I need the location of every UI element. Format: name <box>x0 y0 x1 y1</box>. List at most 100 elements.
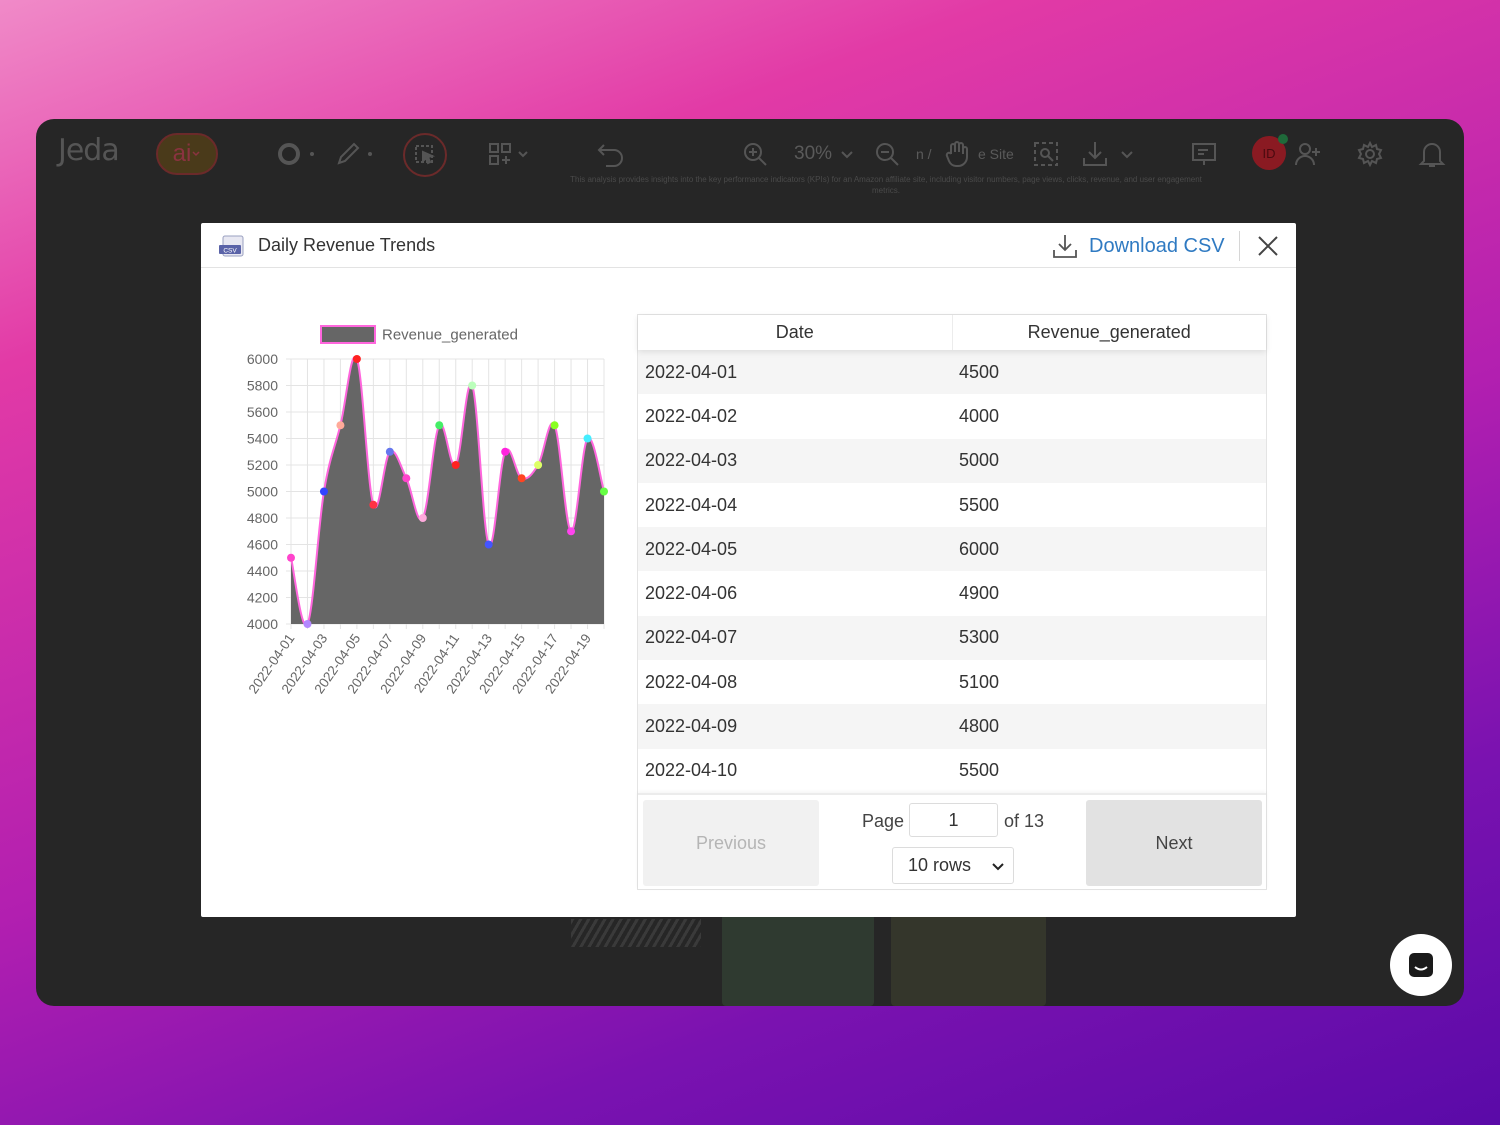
hand-icon <box>945 141 968 167</box>
revenue-area-chart: Revenue_generated 4000 4200 4400 4600 4800 50… <box>246 325 608 696</box>
canvas-description: This analysis provides insights into the… <box>570 175 1202 195</box>
data-point[interactable] <box>352 355 361 363</box>
undo-icon <box>597 144 623 167</box>
y-tick-label: 5200 <box>247 457 278 473</box>
next-button[interactable]: Next <box>1086 800 1262 886</box>
cell-revenue: 4500 <box>959 361 1000 382</box>
data-point[interactable] <box>435 421 444 430</box>
download-menu-button[interactable] <box>1080 137 1134 171</box>
table-header: Date Revenue_generated <box>638 315 1266 350</box>
invite-user-button[interactable] <box>1294 137 1322 171</box>
download-csv-button[interactable]: Download CSV <box>1051 231 1225 261</box>
present-icon <box>1192 143 1216 165</box>
cell-date: 2022-04-08 <box>645 671 738 692</box>
cell-revenue: 5500 <box>959 760 1000 781</box>
data-table: Date Revenue_generated 2022-04-01 4500 202… <box>637 314 1267 890</box>
present-button[interactable] <box>1190 137 1218 171</box>
data-point[interactable] <box>287 553 295 562</box>
table-row: 2022-04-09 4800 <box>638 704 1266 749</box>
settings-button[interactable] <box>1356 137 1384 171</box>
page-label: Page <box>862 811 905 831</box>
crop-select-icon <box>1034 142 1058 166</box>
column-header-revenue[interactable]: Revenue_generated <box>953 315 1267 350</box>
data-point[interactable] <box>385 447 394 456</box>
data-point[interactable] <box>517 474 526 483</box>
undo-button[interactable] <box>596 137 626 171</box>
zoom-out-icon <box>876 143 899 166</box>
data-point[interactable] <box>600 487 608 496</box>
faded-label-1: n / <box>916 146 932 162</box>
cell-date: 2022-04-03 <box>645 450 738 471</box>
canvas-card-olive <box>891 914 1046 1006</box>
avatar-initials: ID <box>1262 145 1276 161</box>
data-point[interactable] <box>567 527 576 536</box>
data-point[interactable] <box>484 540 493 549</box>
download-csv-label: Download CSV <box>1089 234 1225 257</box>
y-tick-label: 5600 <box>247 404 278 420</box>
data-point[interactable] <box>303 620 312 628</box>
bell-icon <box>1418 143 1446 167</box>
y-tick-label: 4600 <box>247 537 278 553</box>
cell-date: 2022-04-01 <box>645 361 738 382</box>
header-divider <box>1239 231 1240 261</box>
column-header-date[interactable]: Date <box>638 315 953 350</box>
notifications-button[interactable] <box>1417 137 1447 171</box>
chat-support-button[interactable] <box>1390 934 1452 996</box>
cell-revenue: 4800 <box>959 716 1000 737</box>
data-point[interactable] <box>501 447 510 456</box>
y-tick-label: 4800 <box>247 510 278 526</box>
y-tick-label: 5000 <box>247 484 278 500</box>
legend-swatch <box>320 325 376 344</box>
csv-file-icon: CSV <box>219 235 244 257</box>
shape-tool-button[interactable] <box>276 137 316 171</box>
cell-revenue: 5100 <box>959 671 1000 692</box>
data-point[interactable] <box>468 381 477 390</box>
chevron-down-icon <box>841 151 853 159</box>
dot-icon <box>310 152 314 156</box>
zoom-level[interactable]: 30% <box>794 137 854 171</box>
cell-date: 2022-04-07 <box>645 627 738 648</box>
close-icon[interactable] <box>1255 233 1281 259</box>
data-point[interactable] <box>451 461 460 469</box>
circle-icon <box>278 143 300 165</box>
canvas-card-chart <box>571 919 701 999</box>
y-tick-label: 6000 <box>247 351 278 367</box>
zoom-out-button[interactable] <box>873 137 901 171</box>
data-point[interactable] <box>550 421 559 430</box>
table-row: 2022-04-07 5300 <box>638 615 1266 661</box>
faded-label-2: e Site <box>978 146 1014 162</box>
table-row: 2022-04-03 5000 <box>638 438 1266 483</box>
download-icon <box>1053 235 1077 258</box>
pagination: Previous Page of 13 10 rows Next <box>638 793 1266 889</box>
previous-button[interactable]: Previous <box>643 800 819 886</box>
y-tick-label: 5800 <box>247 378 278 394</box>
y-axis-ticks: 4000 4200 4400 4600 4800 5000 5200 5400 5600 5800… <box>247 351 278 632</box>
app-logo[interactable]: Jeda <box>58 132 120 168</box>
widgets-button[interactable] <box>487 137 529 171</box>
grid-add-icon <box>489 143 511 165</box>
zoom-in-button[interactable] <box>741 137 769 171</box>
avatar[interactable]: ID <box>1252 134 1288 170</box>
csv-icon-label: CSV <box>223 248 237 255</box>
data-point[interactable] <box>319 487 328 496</box>
data-point[interactable] <box>336 421 345 430</box>
chevron-down-icon <box>518 151 528 158</box>
table-row: 2022-04-06 4900 <box>638 571 1266 616</box>
rows-per-page-select[interactable]: 10 rows <box>892 847 1014 884</box>
data-point[interactable] <box>402 474 411 483</box>
logo-text: Jeda <box>58 132 120 168</box>
region-select-button[interactable] <box>1032 137 1060 171</box>
y-tick-label: 4000 <box>247 616 278 632</box>
cell-revenue: 4000 <box>959 405 1000 426</box>
y-tick-label: 4400 <box>247 563 278 579</box>
pan-tool-button[interactable] <box>944 137 970 171</box>
data-point[interactable] <box>583 434 592 443</box>
page-number-input[interactable] <box>909 803 998 837</box>
data-point[interactable] <box>418 514 427 522</box>
select-tool-button[interactable] <box>403 133 447 177</box>
data-point[interactable] <box>369 500 378 509</box>
ai-button[interactable]: ai <box>156 133 218 175</box>
data-point[interactable] <box>534 461 543 469</box>
page-count: of 13 <box>1004 811 1045 831</box>
pen-tool-button[interactable] <box>334 137 374 171</box>
